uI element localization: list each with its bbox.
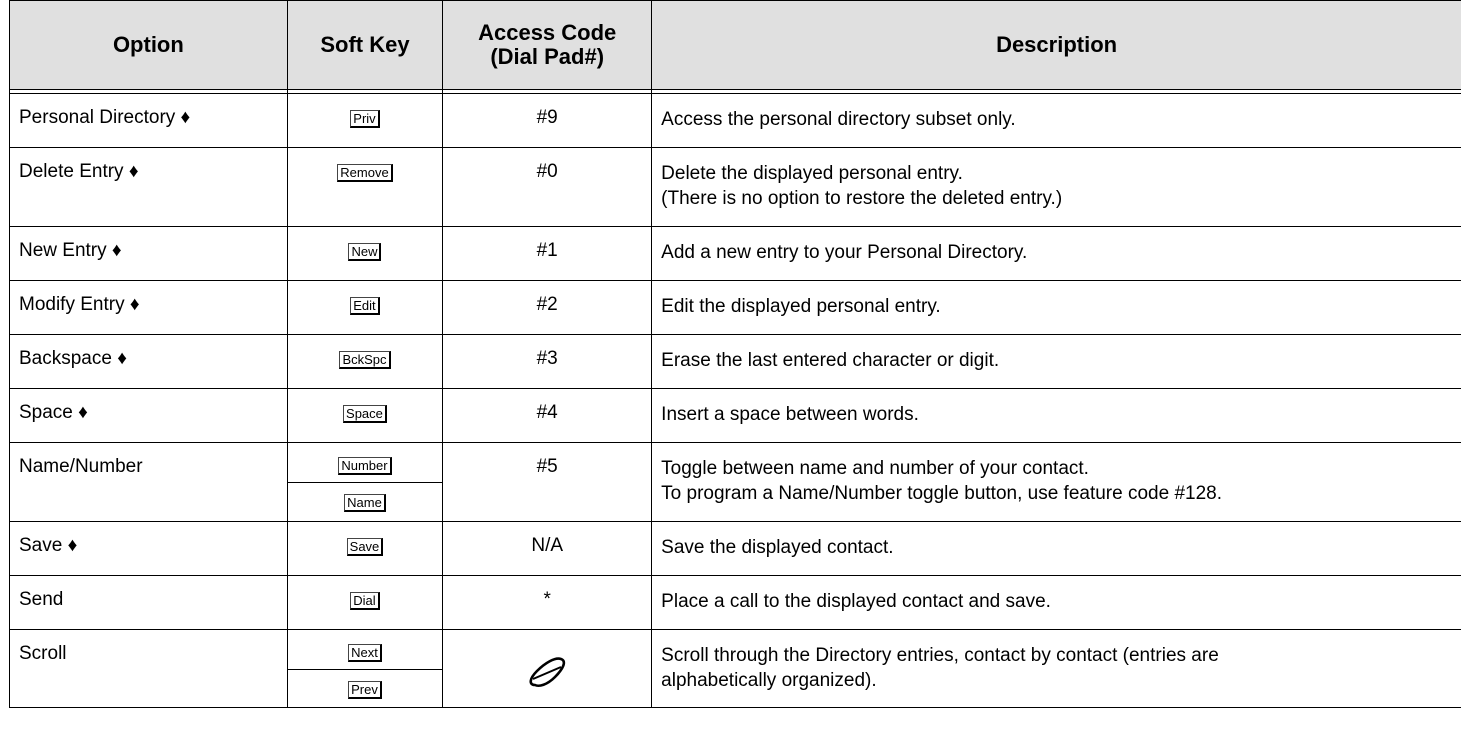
table-row: Send Dial * Place a call to the displaye… — [9, 575, 1461, 630]
description-cell: Insert a space between words. — [651, 388, 1461, 443]
table-row: Delete Entry ♦ Remove #0 Delete the disp… — [9, 147, 1461, 227]
option-cell: Personal Directory ♦ — [9, 93, 288, 148]
option-cell: Name/Number — [9, 442, 288, 522]
description-cell: Delete the displayed personal entry. (Th… — [651, 147, 1461, 227]
description-cell: Save the displayed contact. — [651, 521, 1461, 576]
description-line: Delete the displayed personal entry. — [661, 163, 963, 184]
soft-key-cell: Number — [286, 442, 444, 483]
access-code-cell: #5 — [442, 442, 653, 522]
directory-options-table: Option Soft Key Access Code (Dial Pad#) … — [9, 0, 1461, 708]
soft-key-cell: New — [286, 226, 444, 281]
access-code-cell: * — [442, 575, 653, 630]
soft-key-cell: BckSpc — [286, 334, 444, 389]
table-row: Modify Entry ♦ Edit #2 Edit the displaye… — [9, 280, 1461, 335]
description-cell: Edit the displayed personal entry. — [651, 280, 1461, 335]
table-row: Personal Directory ♦ Priv #9 Access the … — [9, 93, 1461, 148]
table-row: New Entry ♦ New #1 Add a new entry to yo… — [9, 226, 1461, 281]
soft-key-cell: Save — [286, 521, 444, 576]
access-code-cell: #2 — [442, 280, 653, 335]
description-line: (There is no option to restore the delet… — [661, 188, 1063, 209]
soft-key: BckSpc — [339, 351, 391, 369]
description-line: Toggle between name and number of your c… — [661, 458, 1089, 479]
soft-key: Space — [343, 405, 387, 423]
description-cell: Place a call to the displayed contact an… — [651, 575, 1461, 630]
access-code-cell: #9 — [442, 93, 653, 148]
soft-key-cell: Edit — [286, 280, 444, 335]
table-row: Name/Number Number #5 Toggle between nam… — [9, 442, 1461, 522]
soft-key-cell: Priv — [286, 93, 444, 148]
soft-key-cell: Name — [286, 482, 443, 522]
soft-key: Name — [344, 494, 386, 512]
soft-key: Save — [346, 538, 384, 556]
description-cell: Toggle between name and number of your c… — [651, 442, 1461, 522]
soft-key-cell: Space — [286, 388, 444, 443]
access-code-cell: #0 — [442, 147, 653, 227]
soft-key: Dial — [350, 592, 380, 610]
access-code-cell: #1 — [442, 226, 653, 281]
table-row: Backspace ♦ BckSpc #3 Erase the last ent… — [9, 334, 1461, 389]
option-cell: Save ♦ — [9, 521, 288, 576]
soft-key: Prev — [348, 681, 382, 699]
table-row: Save ♦ Save N/A Save the displayed conta… — [9, 521, 1461, 576]
option-cell: New Entry ♦ — [9, 226, 288, 281]
soft-key: Next — [348, 644, 382, 662]
header-access-code-line2: (Dial Pad#) — [490, 44, 605, 69]
description-cell: Scroll through the Directory entries, co… — [651, 629, 1461, 708]
option-cell: Backspace ♦ — [9, 334, 288, 389]
soft-key-cell: Next — [286, 629, 444, 670]
header-option: Option — [9, 0, 288, 90]
description-line: To program a Name/Number toggle button, … — [661, 483, 1223, 504]
option-cell: Modify Entry ♦ — [9, 280, 288, 335]
description-cell: Add a new entry to your Personal Directo… — [651, 226, 1461, 281]
header-row: Option Soft Key Access Code (Dial Pad#) … — [9, 0, 1461, 90]
header-soft-key: Soft Key — [286, 0, 444, 90]
access-code-cell — [442, 629, 653, 708]
description-line: Scroll through the Directory entries, co… — [661, 645, 1219, 666]
soft-key-cell: Prev — [286, 669, 443, 708]
access-code-cell: N/A — [442, 521, 653, 576]
description-cell: Erase the last entered character or digi… — [651, 334, 1461, 389]
header-description: Description — [651, 0, 1461, 90]
soft-key-cell: Dial — [286, 575, 444, 630]
option-cell: Send — [9, 575, 288, 630]
header-access-code: Access Code (Dial Pad#) — [442, 0, 653, 90]
soft-key: Remove — [337, 164, 393, 182]
option-cell: Space ♦ — [9, 388, 288, 443]
table-row: Scroll Next Scroll through the Directory… — [9, 629, 1461, 708]
soft-key: New — [348, 243, 382, 261]
table-row: Space ♦ Space #4 Insert a space between … — [9, 388, 1461, 443]
description-line: alphabetically organized). — [661, 670, 877, 691]
option-cell: Delete Entry ♦ — [9, 147, 288, 227]
access-code-cell: #3 — [442, 334, 653, 389]
scroll-pad-icon — [527, 655, 567, 697]
soft-key: Edit — [350, 297, 380, 315]
soft-key: Priv — [350, 110, 380, 128]
access-code-cell: #4 — [442, 388, 653, 443]
description-cell: Access the personal directory subset onl… — [651, 93, 1461, 148]
soft-key-cell: Remove — [286, 147, 444, 227]
option-cell: Scroll — [9, 629, 288, 708]
header-access-code-line1: Access Code — [478, 20, 617, 45]
soft-key: Number — [338, 457, 392, 475]
